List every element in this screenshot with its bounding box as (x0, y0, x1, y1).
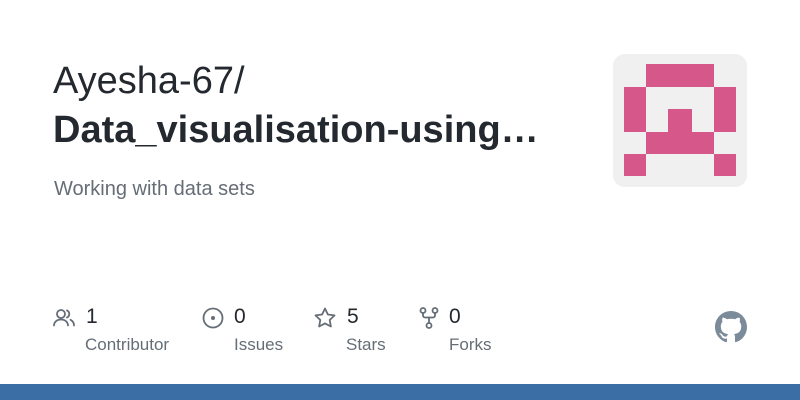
stars-count: 5 (347, 305, 359, 328)
forks-label: Forks (449, 335, 492, 354)
repo-forked-icon (419, 307, 439, 329)
contributors-label: Contributor (85, 335, 170, 354)
stars-label: Stars (346, 335, 386, 354)
people-icon (53, 309, 75, 327)
repo-name[interactable]: Data_visualisation-using… (53, 107, 539, 153)
language-bar (0, 384, 800, 400)
contributors-count: 1 (86, 305, 98, 328)
repo-description: Working with data sets (54, 178, 255, 200)
forks-count: 0 (449, 305, 461, 328)
github-mark-icon[interactable] (715, 311, 747, 343)
star-icon (314, 307, 336, 328)
avatar (613, 54, 747, 187)
identicon-icon (624, 64, 736, 176)
issue-opened-icon (202, 307, 224, 329)
issues-count: 0 (234, 305, 246, 328)
repo-owner[interactable]: Ayesha-67/ (53, 58, 245, 104)
issues-label: Issues (234, 335, 284, 354)
